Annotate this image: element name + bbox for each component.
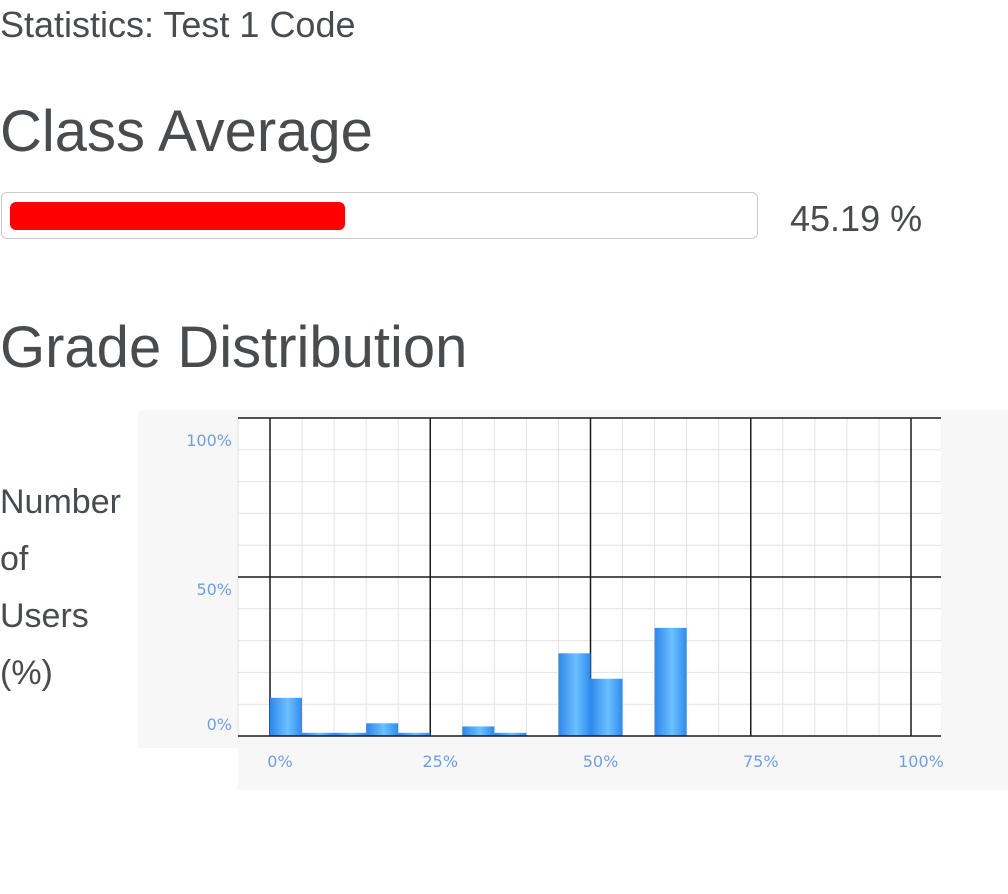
x-tick-label: 75% <box>743 752 779 771</box>
bar <box>558 653 591 736</box>
bar <box>590 678 623 736</box>
x-tick-label: 25% <box>422 752 458 771</box>
grade-distribution-chart: 0% 25% 50% 75% 100% 0% 50% 100% <box>138 410 1008 790</box>
y-tick-label: 50% <box>196 580 232 599</box>
bar <box>462 726 495 736</box>
y-tick-label: 0% <box>207 715 232 734</box>
bar <box>270 697 303 736</box>
x-tick-label: 0% <box>267 752 292 771</box>
x-tick-label: 50% <box>583 752 619 771</box>
y-tick-label: 100% <box>186 431 232 450</box>
bar <box>654 627 687 736</box>
chart-x-label-band <box>238 748 1008 790</box>
bar <box>366 723 399 736</box>
x-tick-label: 100% <box>898 752 944 771</box>
